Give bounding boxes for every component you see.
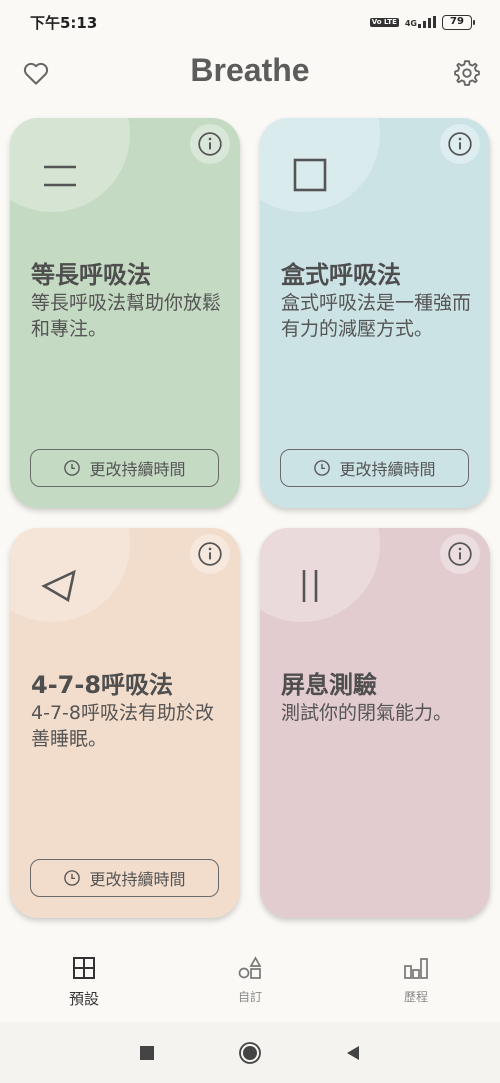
status-indicators: Vo LTE 4G 79 <box>369 14 475 30</box>
bottom-navigation: 預設 自訂 歷程 <box>0 946 500 1022</box>
info-icon <box>448 132 472 156</box>
network-type: 4G <box>404 19 417 28</box>
battery-level: 79 <box>450 15 464 27</box>
home-circle-icon <box>239 1042 261 1064</box>
info-button[interactable] <box>440 124 480 164</box>
card-title: 等長呼吸法 <box>31 261 151 289</box>
card-description: 4-7-8呼吸法有助於改善睡眠。 <box>31 702 214 750</box>
card-title: 4-7-8呼吸法 <box>31 671 174 699</box>
nav-custom[interactable]: 自訂 <box>190 954 310 1005</box>
card-title: 盒式呼吸法 <box>281 261 401 289</box>
info-button[interactable] <box>190 124 230 164</box>
card-equal-breathing[interactable]: 等長呼吸法 等長呼吸法幫助你放鬆和專注。 更改持續時間 <box>10 118 240 508</box>
system-navigation-bar <box>0 1022 500 1083</box>
triangle-icon <box>40 568 80 608</box>
status-bar: 下午5:13 Vo LTE 4G 79 <box>0 0 500 44</box>
card-breath-hold-test[interactable]: 屏息測驗 測試你的閉氣能力。 <box>260 528 490 918</box>
change-duration-button[interactable]: 更改持續時間 <box>30 449 219 487</box>
info-button[interactable] <box>190 534 230 574</box>
card-box-breathing[interactable]: 盒式呼吸法 盒式呼吸法是一種強而有力的減壓方式。 更改持續時間 <box>260 118 490 508</box>
settings-button[interactable] <box>452 58 482 88</box>
change-duration-button[interactable]: 更改持續時間 <box>280 449 469 487</box>
info-icon <box>198 132 222 156</box>
home-button[interactable] <box>239 1042 261 1064</box>
nav-presets-label: 預設 <box>68 990 99 1008</box>
info-icon <box>448 542 472 566</box>
change-duration-button[interactable]: 更改持續時間 <box>30 859 219 897</box>
battery-icon: 79 <box>442 14 475 30</box>
signal-icon: 4G <box>405 16 436 28</box>
card-478-breathing[interactable]: 4-7-8呼吸法 4-7-8呼吸法有助於改善睡眠。 更改持續時間 <box>10 528 240 918</box>
change-duration-label: 更改持續時間 <box>89 870 186 889</box>
shapes-icon <box>238 956 262 979</box>
card-title: 屏息測驗 <box>281 671 377 699</box>
clock-icon <box>314 460 331 476</box>
card-description: 等長呼吸法幫助你放鬆和專注。 <box>31 292 222 340</box>
pause-icon <box>290 568 330 608</box>
card-description: 測試你的閉氣能力。 <box>281 702 453 724</box>
info-button[interactable] <box>440 534 480 574</box>
square-icon <box>290 158 330 198</box>
recent-apps-button[interactable] <box>136 1042 158 1064</box>
nav-history-label: 歷程 <box>403 990 428 1004</box>
clock-icon <box>64 460 81 476</box>
gear-icon <box>454 60 480 86</box>
grid-icon <box>73 957 95 979</box>
status-time: 下午5:13 <box>30 13 98 32</box>
bar-chart-icon <box>404 958 428 979</box>
card-description: 盒式呼吸法是一種強而有力的減壓方式。 <box>281 292 472 340</box>
volte-icon: Vo LTE <box>369 17 399 27</box>
info-icon <box>198 542 222 566</box>
equal-lines-icon <box>40 158 80 198</box>
nav-presets[interactable]: 預設 <box>24 954 144 1009</box>
app-title: Breathe <box>190 52 310 88</box>
change-duration-label: 更改持續時間 <box>89 460 186 479</box>
clock-icon <box>64 870 81 886</box>
nav-history[interactable]: 歷程 <box>356 954 476 1005</box>
square-stop-icon <box>140 1046 154 1060</box>
app-header: Breathe <box>0 46 500 102</box>
change-duration-label: 更改持續時間 <box>339 460 436 479</box>
nav-custom-label: 自訂 <box>237 990 262 1004</box>
back-triangle-icon <box>347 1046 359 1060</box>
back-button[interactable] <box>342 1042 364 1064</box>
